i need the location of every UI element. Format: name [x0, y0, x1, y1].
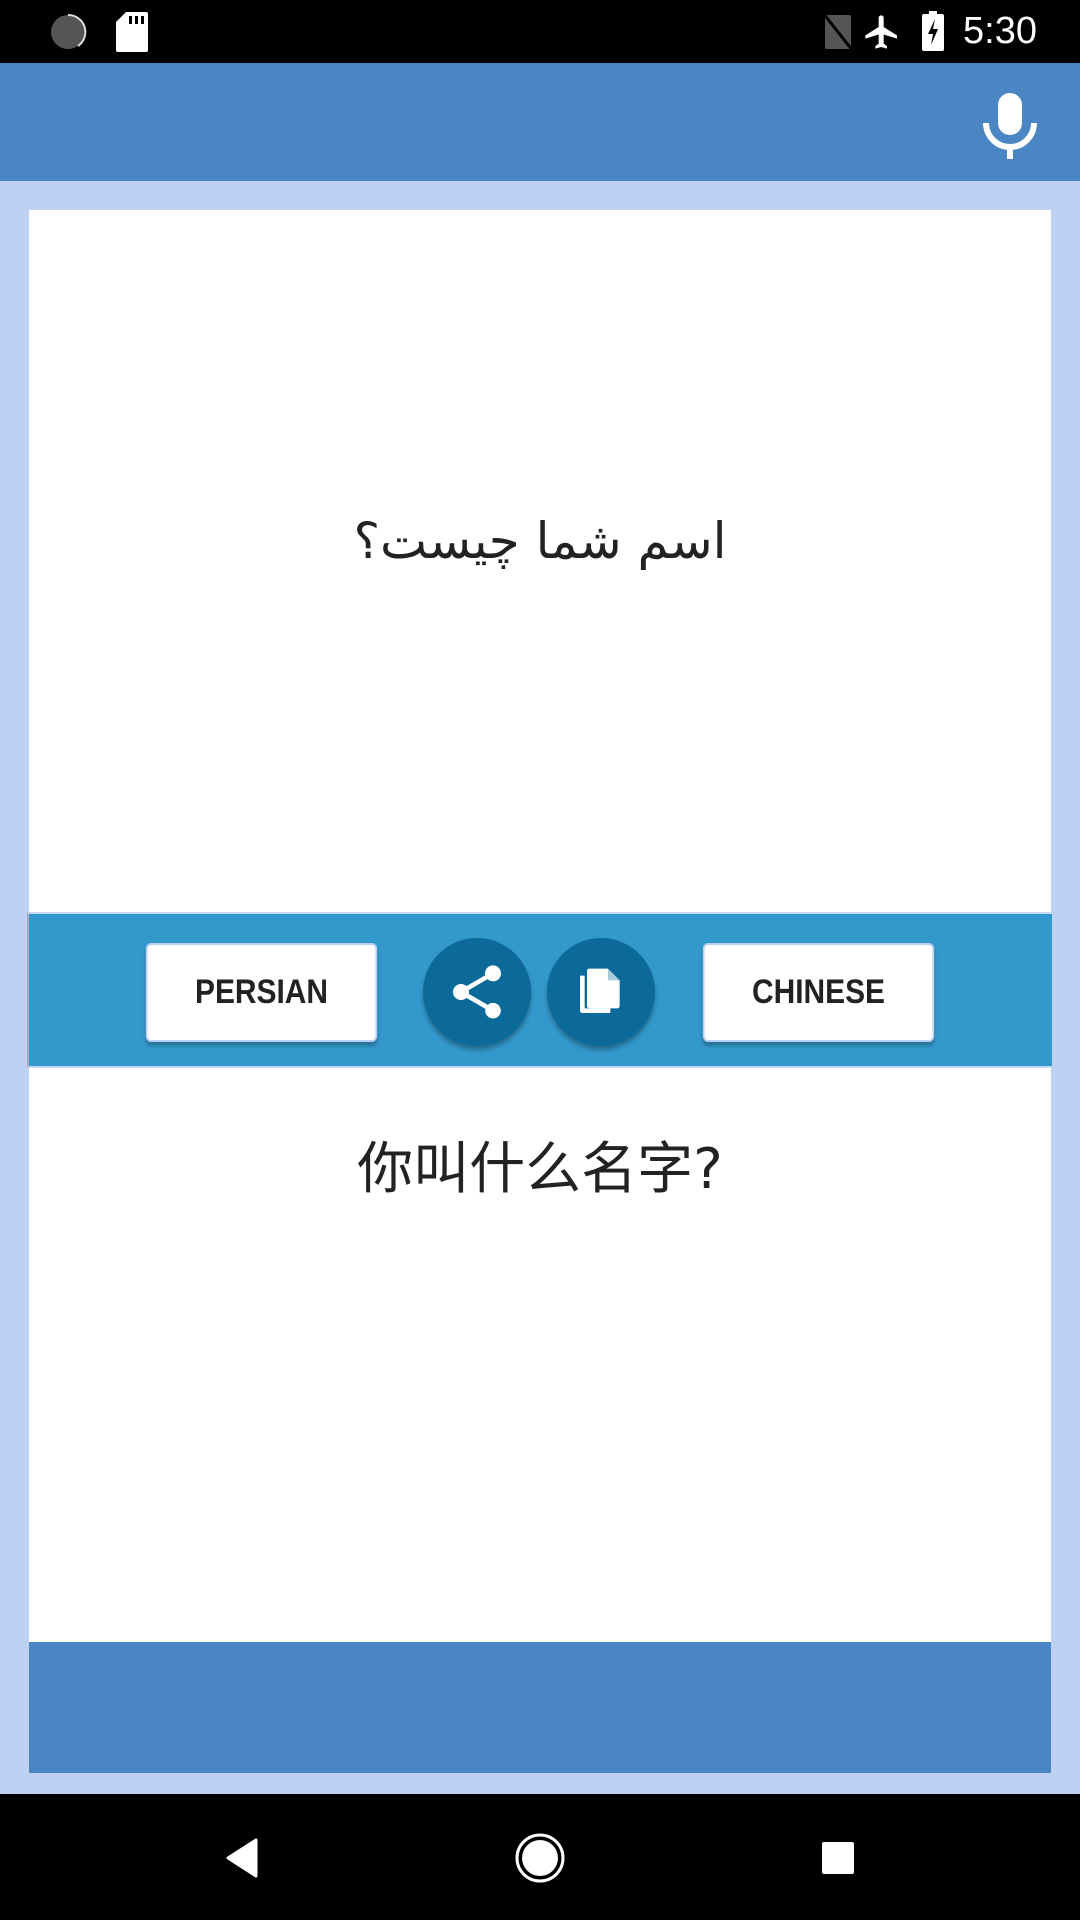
home-button[interactable] — [510, 1830, 570, 1886]
target-language-button[interactable]: CHINESE — [702, 943, 935, 1042]
source-text: اسم شما چیست؟ — [353, 512, 727, 570]
navigation-bar — [0, 1794, 1080, 1920]
back-button[interactable] — [212, 1830, 272, 1886]
sync-icon — [51, 13, 87, 49]
microphone-icon[interactable] — [983, 93, 1037, 159]
language-control-bar: PERSIAN CHINESE — [27, 912, 1052, 1068]
source-language-button[interactable]: PERSIAN — [145, 943, 378, 1042]
share-icon — [453, 965, 501, 1019]
source-text-panel[interactable]: اسم شما چیست؟ — [29, 210, 1051, 912]
status-bar: 5:30 — [0, 0, 1080, 63]
battery-charging-icon — [922, 11, 944, 51]
copy-button[interactable] — [547, 938, 655, 1046]
back-icon — [226, 1838, 258, 1878]
sd-card-icon — [116, 12, 148, 52]
ad-banner[interactable] — [29, 1642, 1051, 1773]
recents-button[interactable] — [808, 1830, 868, 1886]
copy-icon — [580, 968, 620, 1013]
home-icon — [515, 1833, 565, 1883]
recents-icon — [822, 1842, 854, 1874]
share-button[interactable] — [423, 938, 531, 1046]
no-sim-icon — [823, 13, 853, 51]
app-toolbar — [0, 63, 1080, 181]
clock: 5:30 — [963, 10, 1037, 52]
translated-text: 你叫什么名字? — [357, 1137, 723, 1202]
translation-panel: 你叫什么名字? — [29, 1068, 1051, 1642]
airplane-mode-icon — [865, 15, 897, 49]
